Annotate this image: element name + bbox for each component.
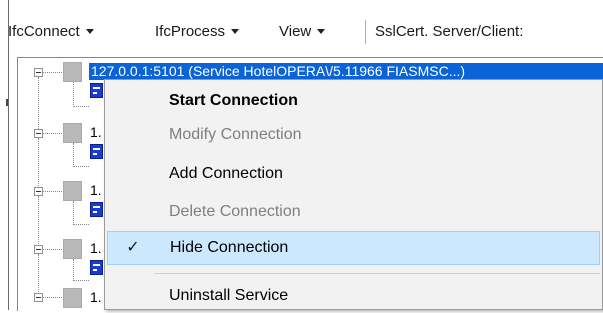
checkmark-icon: ✓ <box>126 239 140 256</box>
caret-down-icon <box>85 28 94 34</box>
menu-add-connection[interactable]: Add Connection <box>107 157 600 191</box>
tree-node-label[interactable]: 1. <box>90 289 102 305</box>
service-node-icon <box>63 62 82 82</box>
menu-ifcconnect[interactable]: IfcConnect <box>8 22 94 42</box>
tree-connector <box>73 106 89 107</box>
menu-start-connection-label: Start Connection <box>169 92 298 109</box>
tree-collapse-minus-icon[interactable] <box>34 245 43 254</box>
tree-collapse-minus-icon[interactable] <box>34 293 43 302</box>
splitter-handle[interactable] <box>6 99 8 106</box>
tree-connector <box>73 166 89 167</box>
selected-tree-node[interactable]: 127.0.0.1:5101 (Service HotelOPERA\/5.11… <box>89 63 603 80</box>
tree-connector <box>73 143 74 167</box>
menu-view-label: View <box>279 23 312 40</box>
service-node-icon <box>63 288 82 308</box>
menu-view[interactable]: View <box>279 22 326 42</box>
tree-connector <box>73 82 74 107</box>
tree-connector <box>38 77 39 129</box>
caret-down-icon <box>231 28 240 34</box>
menu-hide-connection-label: Hide Connection <box>170 239 289 256</box>
tree-collapse-minus-icon[interactable] <box>34 187 43 196</box>
tree-connector <box>43 191 62 192</box>
tree-connector <box>43 297 62 298</box>
connection-icon <box>90 260 103 275</box>
menu-ifcprocess-label: IfcProcess <box>155 23 226 40</box>
tree-connector <box>43 249 62 250</box>
tree-node-label[interactable]: 1. <box>90 124 102 140</box>
menu-delete-connection-label: Delete Connection <box>169 203 301 220</box>
tree-node-label[interactable]: 1. <box>90 182 102 198</box>
tree-connector <box>43 72 62 73</box>
connection-icon <box>90 144 103 159</box>
service-node-icon <box>63 239 82 259</box>
menu-uninstall-service-label: Uninstall Service <box>169 287 289 304</box>
window-left-border <box>8 0 9 310</box>
tree-node-label[interactable]: 1. <box>90 240 102 256</box>
menu-add-connection-label: Add Connection <box>169 165 283 182</box>
tree-connector <box>73 224 89 225</box>
caret-down-icon <box>317 28 326 34</box>
menu-start-connection[interactable]: Start Connection <box>107 84 600 118</box>
ssl-cert-label: SslCert. Server/Client: <box>375 23 524 40</box>
tree-connector <box>38 138 39 188</box>
menu-hide-connection[interactable]: ✓ Hide Connection <box>107 231 600 265</box>
tree-connector <box>43 133 62 134</box>
tree-connector <box>73 259 74 281</box>
tree-connector <box>38 254 39 294</box>
connection-icon <box>90 83 103 98</box>
tree-collapse-minus-icon[interactable] <box>34 68 43 77</box>
service-node-icon <box>63 181 82 201</box>
tree-collapse-minus-icon[interactable] <box>34 129 43 138</box>
menu-separator <box>365 20 366 44</box>
tree-connector <box>73 280 89 281</box>
menu-ifcprocess[interactable]: IfcProcess <box>155 22 240 42</box>
tree-connector <box>73 201 74 225</box>
menu-modify-connection-label: Modify Connection <box>169 126 302 143</box>
menu-delete-connection: Delete Connection <box>107 195 600 229</box>
service-node-icon <box>63 123 82 143</box>
menu-separator <box>154 273 600 274</box>
tree-connector <box>38 196 39 246</box>
menu-ifcconnect-label: IfcConnect <box>8 23 80 40</box>
menu-uninstall-service[interactable]: Uninstall Service <box>107 279 600 313</box>
menu-modify-connection: Modify Connection <box>107 118 600 152</box>
context-menu: Start Connection Modify Connection Add C… <box>104 79 603 310</box>
menu-bar: IfcConnect IfcProcess View SslCert. Serv… <box>0 0 603 58</box>
connection-icon <box>90 202 103 217</box>
